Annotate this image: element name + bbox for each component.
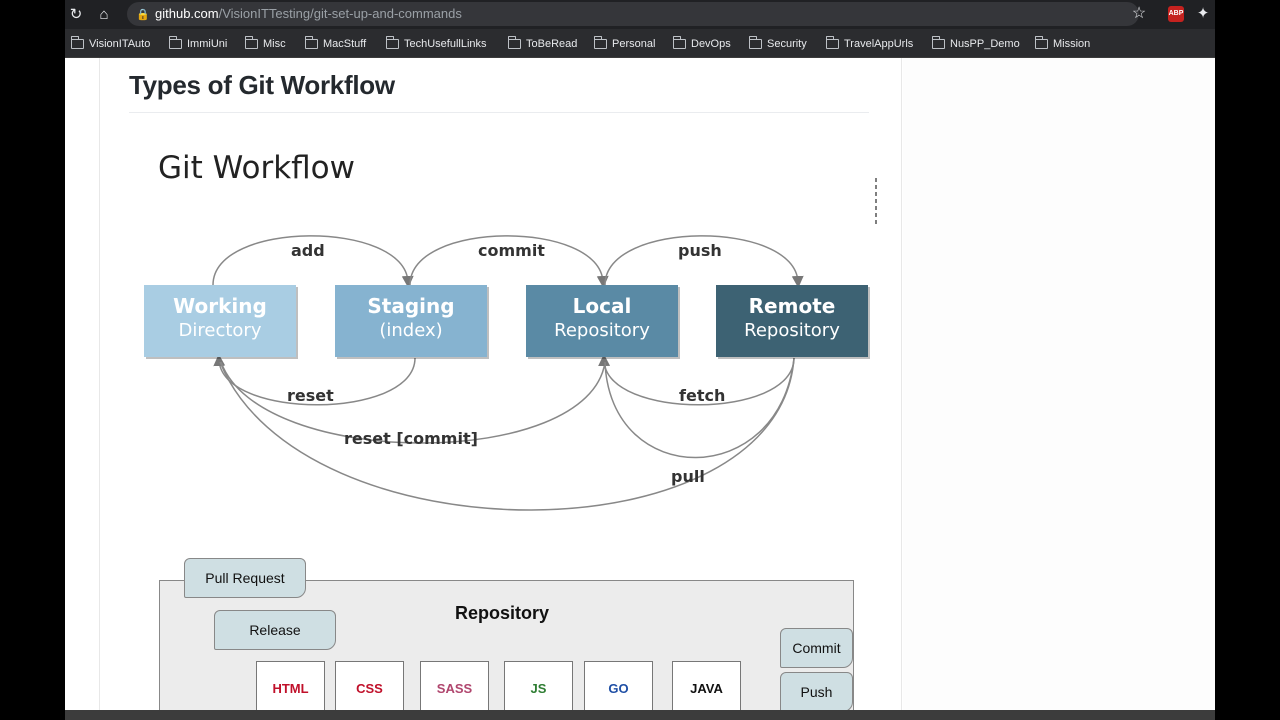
pull-request-tag: Pull Request xyxy=(184,558,306,598)
repository-figure: Repository Pull Request Release Commit P… xyxy=(65,0,1215,720)
browser-window: ↻ ⌂ 🔒 github.com/VisionITTesting/git-set… xyxy=(65,0,1215,720)
release-tag: Release xyxy=(214,610,336,650)
go-card: GO xyxy=(584,661,653,716)
commit-tag: Commit xyxy=(780,628,853,668)
sass-card: SASS xyxy=(420,661,489,716)
java-card: JAVA xyxy=(672,661,741,716)
js-card: JS xyxy=(504,661,573,716)
css-card: CSS xyxy=(335,661,404,716)
push-tag: Push xyxy=(780,672,853,712)
html-card: HTML xyxy=(256,661,325,716)
bottom-scrollbar-area xyxy=(65,710,1215,720)
repository-title: Repository xyxy=(455,603,550,623)
